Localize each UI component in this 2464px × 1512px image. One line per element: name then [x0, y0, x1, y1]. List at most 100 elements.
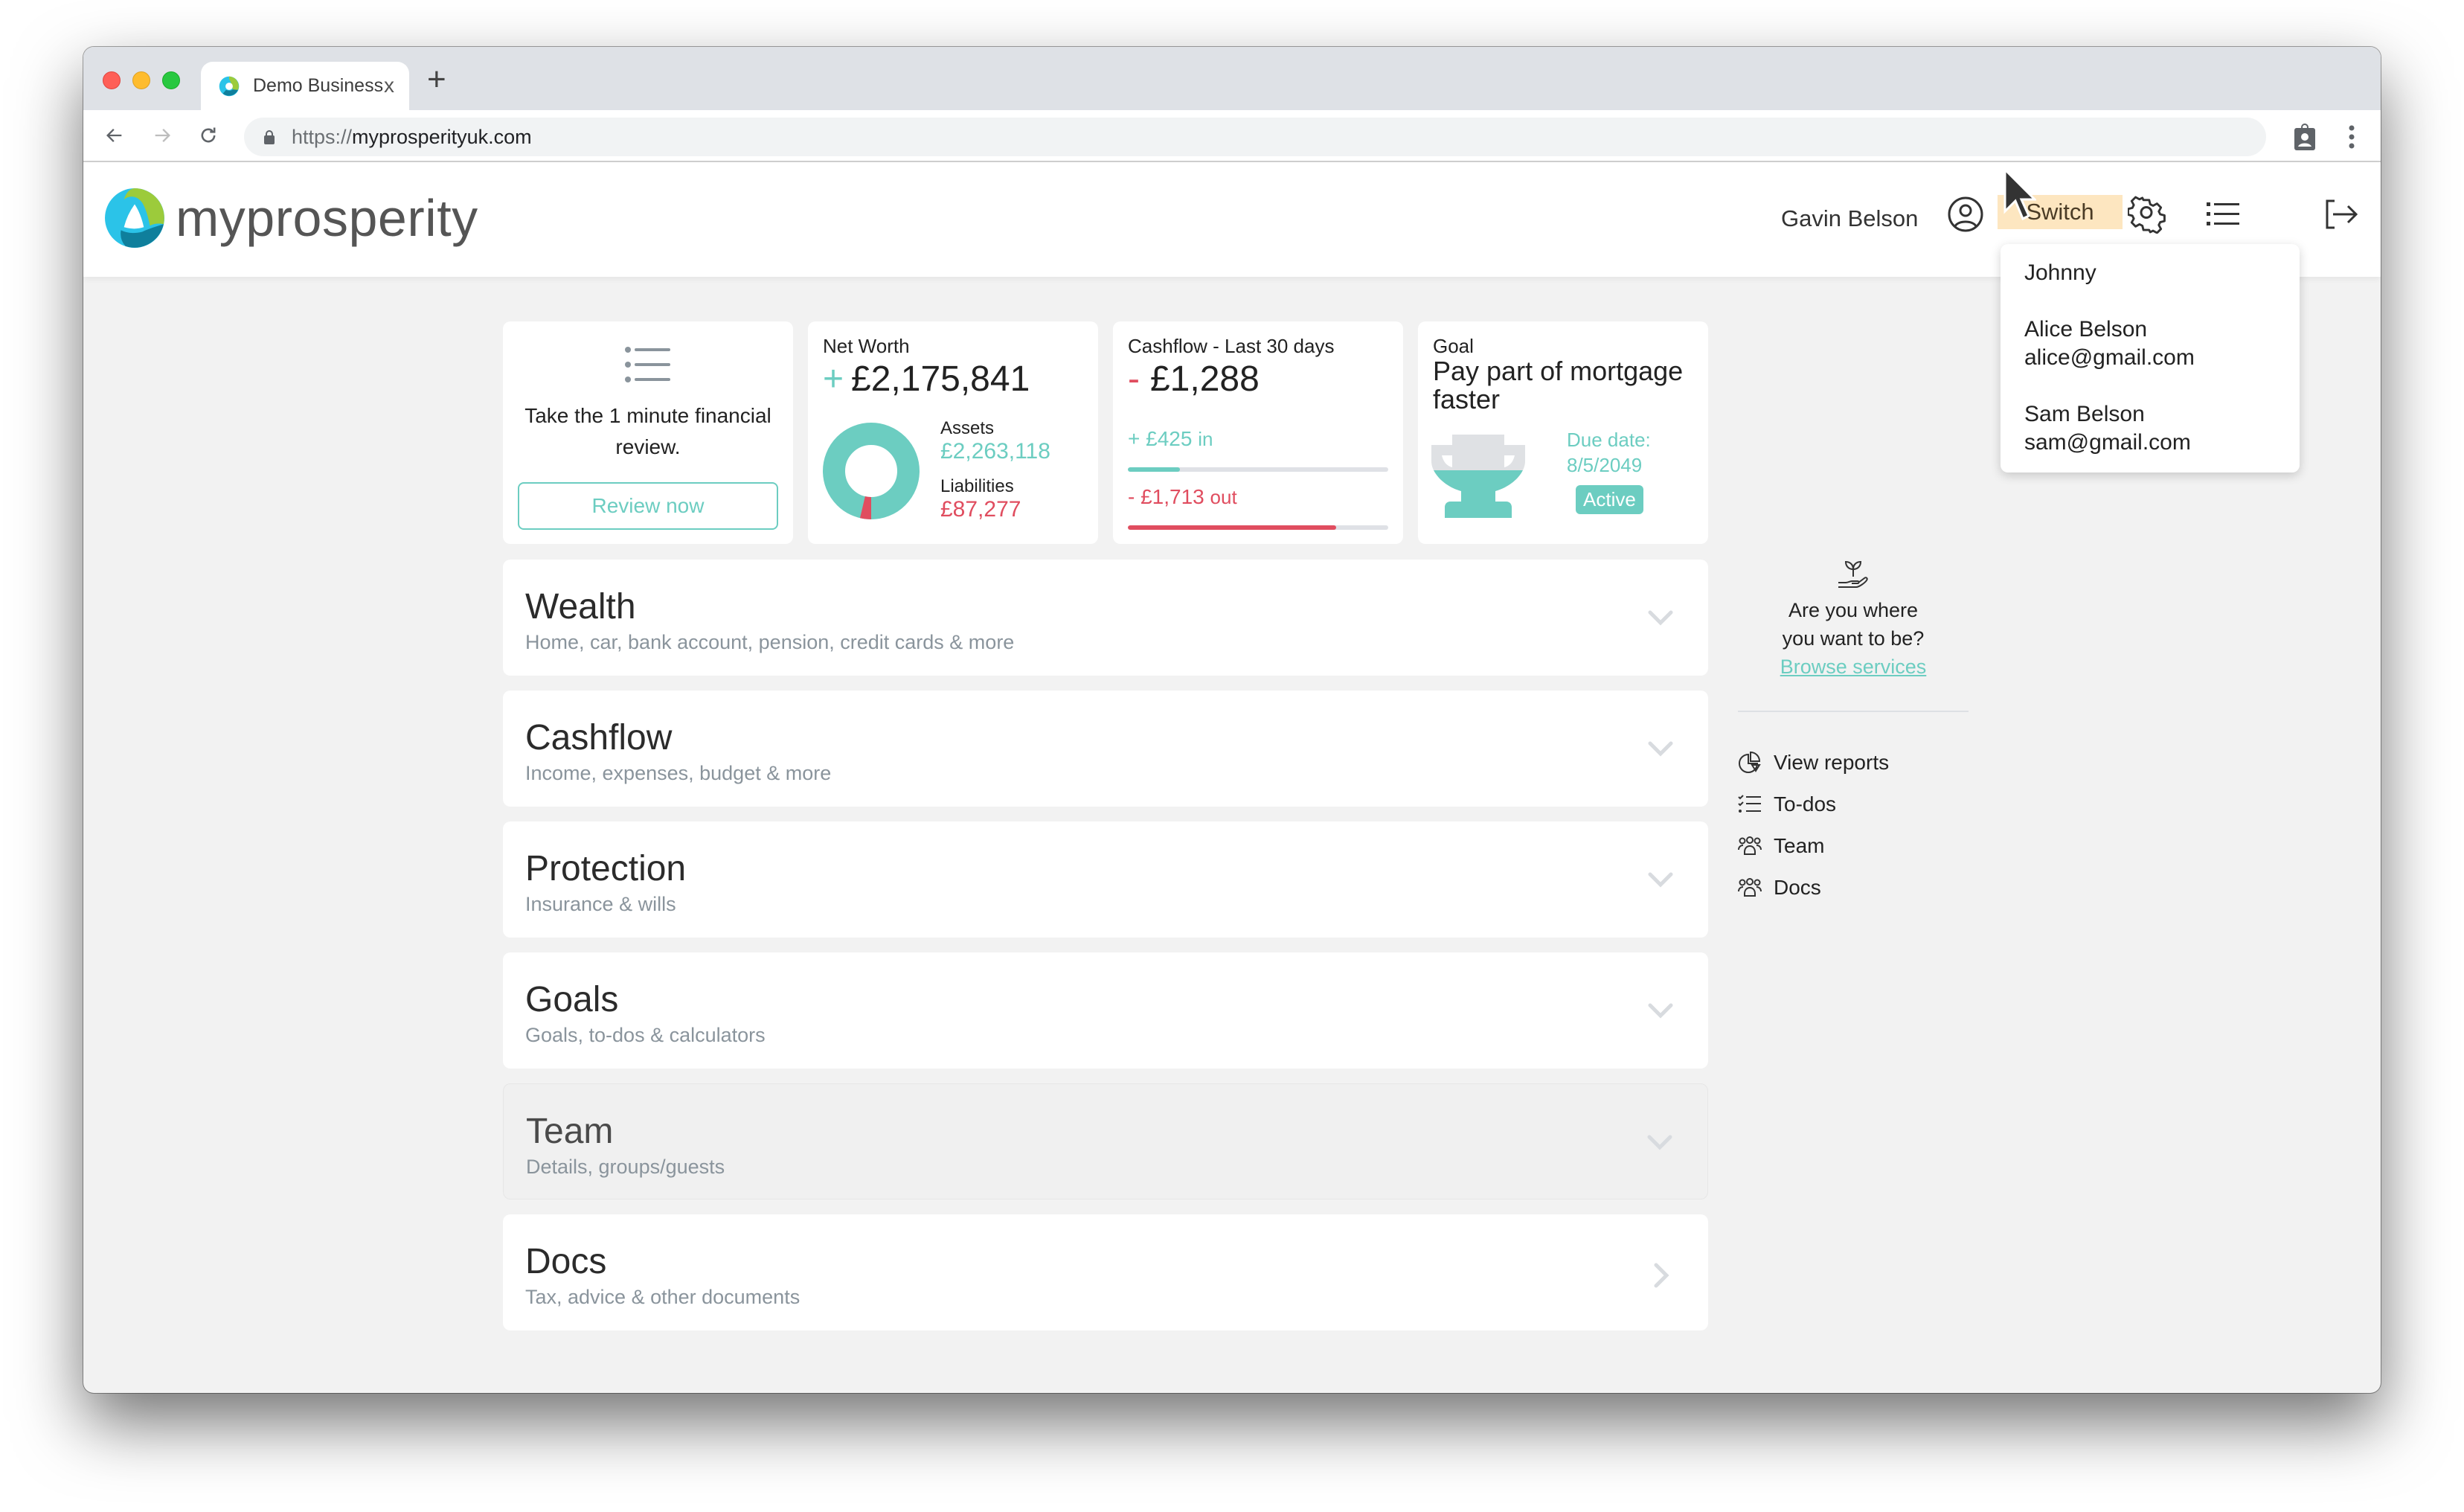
minimize-window-button[interactable]	[132, 71, 150, 89]
liabilities-value: £87,277	[940, 497, 1021, 522]
section-title: Docs	[525, 1242, 607, 1281]
cashflow-in-bar	[1128, 467, 1388, 472]
chevron-down-icon[interactable]	[1646, 734, 1675, 763]
switch-menu-item[interactable]: Sam Belson sam@gmail.com	[2024, 400, 2300, 457]
side-link-view-reports[interactable]: View reports	[1738, 742, 1969, 784]
section-goals[interactable]: Goals Goals, to-dos & calculators	[503, 952, 1708, 1069]
arrow-right-icon	[155, 129, 170, 142]
chevron-right-icon[interactable]	[1646, 1260, 1675, 1290]
user-profile-icon[interactable]	[1946, 195, 1985, 234]
more-options-icon[interactable]	[2348, 124, 2355, 150]
due-date-value: 8/5/2049	[1567, 454, 1643, 476]
side-link-label: Team	[1774, 834, 1825, 857]
section-title: Protection	[525, 849, 687, 888]
arrow-left-icon	[106, 129, 122, 142]
cashflow-label: Cashflow - Last 30 days	[1128, 335, 1335, 357]
favicon-icon	[219, 76, 240, 96]
switch-menu-item[interactable]: Alice Belson alice@gmail.com	[2024, 315, 2300, 372]
tab-close-icon[interactable]: x	[384, 74, 394, 97]
reload-button[interactable]	[193, 121, 223, 150]
menu-list-icon[interactable]	[2204, 195, 2242, 234]
chevron-down-icon[interactable]	[1646, 603, 1675, 632]
logo-mark-icon	[105, 188, 164, 248]
checklist-icon	[1738, 795, 1761, 813]
new-tab-button[interactable]: +	[427, 63, 446, 96]
chevron-down-icon[interactable]	[1646, 996, 1675, 1025]
cashflow-out-bar-fill	[1128, 525, 1336, 530]
side-link-label: View reports	[1774, 751, 1890, 774]
switch-menu-item-name: Johnny	[2024, 260, 2096, 285]
people-icon	[1738, 836, 1762, 855]
forward-button[interactable]	[147, 121, 177, 150]
section-team[interactable]: Team Details, groups/guests	[503, 1083, 1708, 1199]
side-link-label: Docs	[1774, 876, 1821, 899]
side-link-todos[interactable]: To-dos	[1738, 784, 1969, 825]
goal-status-badge: Active	[1576, 485, 1643, 514]
section-protection[interactable]: Protection Insurance & wills	[503, 821, 1708, 938]
logo[interactable]: myprosperity	[104, 188, 478, 249]
cashflow-card[interactable]: Cashflow - Last 30 days - £1,288 + £425 i…	[1113, 321, 1403, 544]
side-question-line2: you want to be?	[1782, 627, 1925, 650]
back-button[interactable]	[100, 121, 129, 150]
side-question: Are you where you want to be?	[1738, 596, 1969, 653]
cashflow-in-bar-fill	[1128, 467, 1180, 472]
close-window-button[interactable]	[103, 71, 121, 89]
profile-badge-icon[interactable]	[2293, 124, 2317, 150]
chevron-down-icon[interactable]	[1646, 865, 1675, 894]
side-link-label: To-dos	[1774, 792, 1837, 816]
section-subtitle: Tax, advice & other documents	[525, 1286, 801, 1308]
cashflow-out-value: - £1,713	[1128, 485, 1204, 508]
side-panel: Are you where you want to be? Browse ser…	[1738, 560, 1969, 909]
logout-icon[interactable]	[2321, 195, 2360, 234]
switch-menu-item-name: Sam Belson	[2024, 402, 2145, 426]
net-worth-value: + £2,175,841	[823, 359, 1030, 400]
side-link-team[interactable]: Team	[1738, 825, 1969, 867]
user-name: Gavin Belson	[1781, 205, 1919, 231]
address-bar[interactable]: https://myprosperityuk.com	[244, 118, 2266, 156]
review-prompt: Take the 1 minute financial review.	[524, 404, 771, 458]
side-question-line1: Are you where	[1788, 599, 1919, 621]
assets-liabilities-donut	[823, 423, 920, 519]
people-icon	[1738, 878, 1762, 897]
browser-window: Demo Business x + https://myprosperityuk…	[83, 47, 2381, 1393]
goal-label: Goal	[1433, 335, 1474, 357]
url-host: myprosperityuk.com	[352, 125, 532, 148]
goal-title: Pay part of mortgage faster	[1433, 356, 1684, 414]
side-link-docs[interactable]: Docs	[1738, 867, 1969, 909]
section-subtitle: Home, car, bank account, pension, credit…	[525, 631, 1015, 653]
goal-card[interactable]: Goal Pay part of mortgage faster Due dat…	[1418, 321, 1708, 544]
switch-menu-item[interactable]: Johnny	[2024, 259, 2300, 287]
trophy-progress-fill	[1431, 470, 1525, 518]
cashflow-out-bar	[1128, 525, 1388, 530]
net-worth-card[interactable]: Net Worth + £2,175,841 Assets £2,263,118 …	[808, 321, 1098, 544]
pie-chart-icon	[1739, 752, 1761, 773]
plant-in-hand-icon	[1838, 560, 1868, 588]
side-divider	[1738, 711, 1969, 712]
cashflow-value: - £1,288	[1128, 359, 1260, 400]
gear-icon[interactable]	[2128, 195, 2166, 234]
trophy-icon	[1431, 435, 1525, 518]
cashflow-in-value: + £425	[1128, 427, 1193, 450]
section-title: Cashflow	[525, 718, 673, 757]
mouse-cursor-icon	[2003, 168, 2036, 221]
review-now-button[interactable]: Review now	[518, 482, 778, 530]
switch-user-menu: Johnny Alice Belson alice@gmail.com Sam …	[2001, 244, 2300, 472]
chevron-down-icon[interactable]	[1645, 1127, 1675, 1157]
maximize-window-button[interactable]	[162, 71, 180, 89]
switch-menu-item-email: alice@gmail.com	[2024, 345, 2195, 370]
due-date-label: Due date:	[1567, 429, 1651, 451]
switch-menu-item-name: Alice Belson	[2024, 317, 2148, 342]
section-docs[interactable]: Docs Tax, advice & other documents	[503, 1214, 1708, 1330]
browser-toolbar: https://myprosperityuk.com	[83, 110, 2381, 162]
section-cashflow[interactable]: Cashflow Income, expenses, budget & more	[503, 691, 1708, 807]
url-scheme: https://	[292, 125, 353, 148]
section-wealth[interactable]: Wealth Home, car, bank account, pension,…	[503, 560, 1708, 676]
browse-services-link[interactable]: Browse services	[1738, 653, 1969, 681]
section-subtitle: Goals, to-dos & calculators	[525, 1024, 766, 1046]
browser-tab[interactable]: Demo Business x	[201, 62, 409, 110]
assets-label: Assets	[940, 418, 995, 438]
liabilities-label: Liabilities	[940, 476, 1014, 496]
lock-icon	[264, 130, 275, 144]
section-title: Team	[526, 1112, 614, 1151]
switch-menu-item-email: sam@gmail.com	[2024, 430, 2191, 455]
